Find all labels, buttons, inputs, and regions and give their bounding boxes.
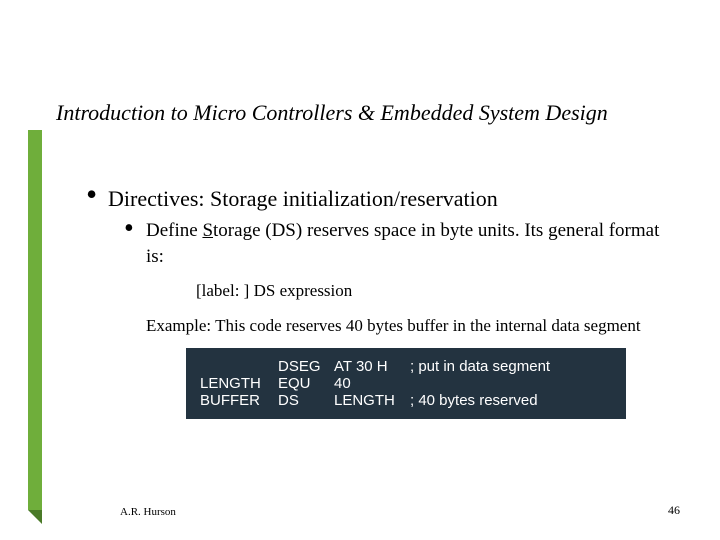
- code-row: DSEG AT 30 H ; put in data segment: [200, 358, 612, 375]
- code-comment: ; 40 bytes reserved: [410, 392, 612, 409]
- code-label: [200, 358, 278, 375]
- slide-content: Introduction to Micro Controllers & Embe…: [56, 100, 680, 419]
- footer-author: A.R. Hurson: [120, 506, 176, 518]
- code-directive: DS: [278, 392, 334, 409]
- code-row: BUFFER DS LENGTH ; 40 bytes reserved: [200, 392, 612, 409]
- decorative-corner: [28, 510, 42, 524]
- example-intro: Example: This code reserves 40 bytes buf…: [146, 315, 680, 338]
- code-directive: EQU: [278, 375, 334, 392]
- syntax-format: [label: ] DS expression: [196, 281, 680, 301]
- code-directive: DSEG: [278, 358, 334, 375]
- bullet-level2: Define Storage (DS) reserves space in by…: [124, 218, 680, 269]
- bullet-level1: Directives: Storage initialization/reser…: [86, 186, 680, 212]
- footer-page-number: 46: [668, 503, 680, 518]
- slide-title: Introduction to Micro Controllers & Embe…: [56, 100, 680, 126]
- code-row: LENGTH EQU 40: [200, 375, 612, 392]
- bullet2-underlined: S: [202, 220, 213, 241]
- decorative-vertical-bar: [28, 130, 42, 510]
- code-block: DSEG AT 30 H ; put in data segment LENGT…: [186, 348, 626, 419]
- code-comment: ; put in data segment: [410, 358, 612, 375]
- bullet2-text-post: torage (DS) reserves space in byte units…: [146, 220, 659, 267]
- bullet2-text-pre: Define: [146, 220, 202, 241]
- code-operand: AT 30 H: [334, 358, 410, 375]
- code-label: LENGTH: [200, 375, 278, 392]
- code-label: BUFFER: [200, 392, 278, 409]
- code-comment: [410, 375, 612, 392]
- code-operand: 40: [334, 375, 410, 392]
- code-operand: LENGTH: [334, 392, 410, 409]
